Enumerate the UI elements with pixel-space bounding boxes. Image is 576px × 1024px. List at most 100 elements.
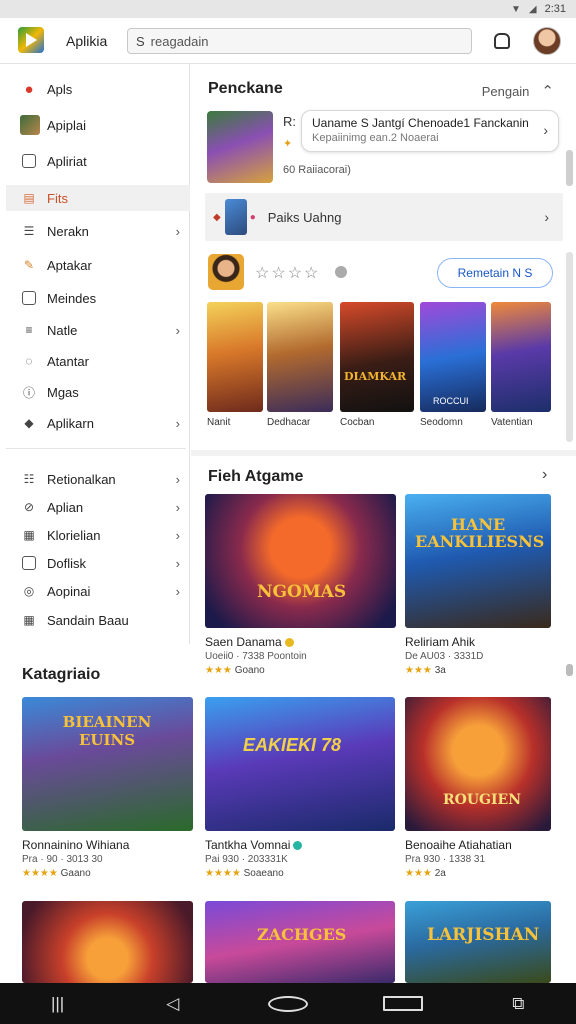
wifi-icon: ▼	[510, 3, 521, 15]
sidebar-item-fits[interactable]: ▤ Fits	[6, 185, 190, 211]
app-title: Aplikia	[66, 33, 108, 49]
sidebar-item-aopinai[interactable]: ◎ Aopinai ›	[6, 578, 190, 604]
hero-card[interactable]: Vatentian	[491, 302, 551, 428]
tag-icon: ◆	[24, 416, 34, 430]
game-rating: ★★★ 2a	[405, 868, 551, 879]
stars-icon: ★★★	[205, 665, 232, 676]
recents-icon[interactable]: |||	[38, 994, 78, 1014]
sidebar-item-apls[interactable]: ● Apls	[6, 76, 190, 102]
sidebar-item-retionalkan[interactable]: ☷ Retionalkan ›	[6, 466, 190, 492]
avatar[interactable]	[533, 27, 561, 55]
chevron-up-icon: ⌃	[541, 83, 554, 100]
chevron-right-icon: ›	[175, 555, 180, 571]
chevron-right-icon: ›	[175, 322, 180, 338]
notification-bell-icon[interactable]	[494, 33, 510, 49]
sidebar-item-aptakar[interactable]: ✎ Aptakar	[6, 252, 190, 278]
game-image: LARJISHAN	[405, 901, 551, 983]
hero-card[interactable]: DIAMKAR Cocban	[340, 302, 414, 428]
scrollbar-track[interactable]	[566, 252, 573, 442]
scrollbar-thumb[interactable]	[566, 150, 573, 186]
apps-icon: ●	[24, 80, 34, 98]
grid-icon: ▦	[23, 528, 35, 542]
game-card[interactable]: EAKIEKI 78 Tantkha Vomnai Pai 930 · 2033…	[205, 697, 395, 879]
system-nav-bar: ||| ◁ ⧉	[0, 983, 576, 1024]
sidebar-item-aplian[interactable]: ⊘ Aplian ›	[6, 494, 190, 520]
game-name: Benoaihe Atiahatian	[405, 838, 512, 852]
game-card[interactable]: LARJISHAN	[405, 901, 551, 983]
panel-title: Penckane	[208, 80, 283, 97]
sidebar-item-label: Aplikarn	[47, 415, 94, 431]
sidebar-item-atantar[interactable]: ◌ Atantar	[6, 348, 190, 374]
hero-image: DIAMKAR	[340, 302, 414, 412]
back-icon[interactable]: ◁	[153, 994, 193, 1014]
game-card[interactable]: HANE EANKILIESNS Reliriam Ahik De AU03 ·…	[405, 494, 551, 676]
screenshot-icon[interactable]: ⧉	[498, 994, 538, 1014]
overview-icon[interactable]	[383, 996, 424, 1011]
top-app-bar: Aplikia S	[0, 18, 576, 64]
panel-right-label: Pengain	[481, 83, 530, 99]
game-meta: Pra · 90 · 3013 30	[22, 854, 103, 865]
square-icon	[22, 154, 36, 168]
game-name: Saen Danama	[205, 635, 396, 649]
game-card[interactable]: NGOMAS Saen Danama Uoeii0 · 7338 Poontoi…	[205, 494, 396, 676]
stars-icon: ★★★★	[205, 868, 241, 879]
sidebar-item-mgas[interactable]: ⓘ Mgas	[6, 379, 190, 405]
home-icon[interactable]	[267, 995, 308, 1012]
sidebar-item-label: Nerakn	[47, 223, 89, 239]
game-card[interactable]: BIEAINEN EUINS Ronnainino Wihiana Pra · …	[22, 697, 193, 879]
stars-icon: ★★★	[405, 868, 432, 879]
remetain-button[interactable]: Remetain N S	[437, 258, 553, 288]
hero-image	[267, 302, 333, 412]
game-meta: Pai 930 · 203331K	[205, 854, 288, 865]
list-row-paiks-uahng[interactable]: ◆ ● Paiks Uahng ›	[205, 193, 563, 241]
row-label: Paiks Uahng	[267, 209, 342, 225]
verified-badge-icon	[293, 841, 303, 851]
hero-card[interactable]: Nanit	[207, 302, 263, 428]
rating-text: Goano	[234, 665, 265, 676]
chevron-right-icon: ›	[175, 499, 180, 515]
sidebar-item-label: Aopinai	[47, 583, 91, 599]
sidebar-item-label: Klorielian	[47, 527, 101, 543]
scroll-indicator	[566, 664, 573, 676]
sidebar-item-apiplai[interactable]: Apiplai	[6, 112, 190, 138]
hero-caption: Nanit	[207, 417, 231, 428]
hero-image: ROCCUI	[420, 302, 486, 412]
feature-subtitle: 60 Raiiacorai)	[283, 164, 351, 176]
square-icon	[22, 556, 36, 570]
tooltip-subtitle: Kepaiinimg ean.2 Noaerai	[312, 132, 439, 144]
status-time: 2:31	[544, 3, 566, 15]
game-name: Ronnainino Wihiana	[22, 838, 130, 852]
rating-stars[interactable]: ☆☆☆☆	[255, 263, 320, 283]
sidebar-item-label: Apliriat	[47, 153, 87, 169]
app-logo-icon[interactable]	[18, 27, 44, 53]
search-input[interactable]	[150, 33, 451, 49]
square-icon	[22, 291, 36, 305]
sidebar-item-klorielian[interactable]: ▦ Klorielian ›	[6, 522, 190, 548]
hero-caption: Dedhacar	[267, 417, 311, 428]
game-art-text: BIEAINEN EUINS	[62, 713, 152, 749]
game-image: ZACHGES	[205, 901, 395, 983]
app-icon[interactable]	[208, 254, 244, 290]
feature-game-thumb[interactable]	[207, 111, 273, 183]
hero-art-text: DIAMKAR	[344, 370, 407, 383]
hero-card[interactable]: Dedhacar	[267, 302, 333, 428]
sidebar-item-doflisk[interactable]: Doflisk ›	[6, 550, 190, 576]
sidebar-item-natle[interactable]: ≡ Natle ›	[6, 317, 190, 343]
hero-card[interactable]: ROCCUI Seodomn	[420, 302, 486, 428]
panel-collapse-control[interactable]: Pengain ⌃	[482, 82, 554, 100]
search-bar[interactable]: S	[127, 28, 472, 54]
sidebar-item-sandain-baau[interactable]: ▦ Sandain Baau	[6, 607, 190, 633]
chevron-right-icon[interactable]: ›	[542, 466, 547, 484]
sidebar-item-label: Doflisk	[47, 555, 87, 571]
game-card[interactable]	[22, 901, 193, 983]
sidebar-item-meindes[interactable]: Meindes	[6, 285, 190, 311]
sidebar-item-apliriat[interactable]: Apliriat	[6, 148, 190, 174]
game-card[interactable]: ZACHGES	[205, 901, 395, 983]
chat-bubble-icon[interactable]	[335, 266, 347, 278]
sidebar-item-nerakn[interactable]: ☰ Nerakn ›	[6, 218, 190, 244]
game-meta: Pra 930 · 1338 31	[405, 854, 486, 865]
sidebar-item-aplikarn[interactable]: ◆ Aplikarn ›	[6, 410, 190, 436]
game-card[interactable]: ROUGIEN Benoaihe Atiahatian Pra 930 · 13…	[405, 697, 551, 879]
feature-tooltip[interactable]: Uaname S Jantgí Chenoade1 Fanckanin Kepa…	[301, 110, 559, 152]
verified-badge-icon	[284, 638, 294, 648]
